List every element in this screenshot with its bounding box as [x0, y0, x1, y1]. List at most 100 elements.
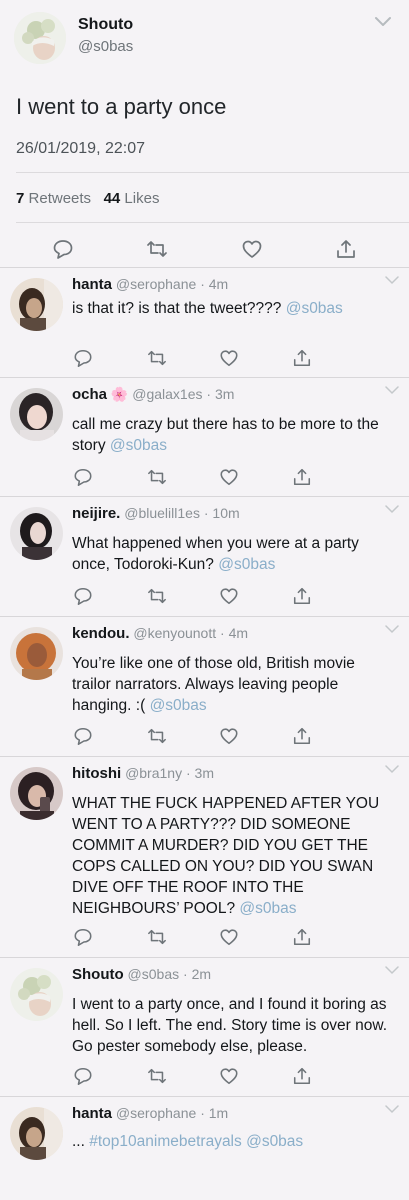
display-name[interactable]: hanta: [72, 276, 112, 293]
reply-text: WHAT THE FUCK HAPPENED AFTER YOU WENT TO…: [72, 793, 397, 919]
reply-time: 3m: [194, 765, 214, 781]
reply-tweet[interactable]: kendou. @kenyounott · 4m You’re like one…: [0, 617, 409, 757]
separator: ·: [200, 1105, 205, 1121]
avatar[interactable]: [14, 12, 66, 64]
handle[interactable]: @galax1es: [132, 386, 202, 402]
retweet-icon[interactable]: [147, 726, 167, 746]
share-icon[interactable]: [292, 586, 312, 606]
share-icon[interactable]: [292, 467, 312, 487]
reply-tweet[interactable]: Shouto @s0bas · 2m I went to a party onc…: [0, 958, 409, 1097]
retweet-icon[interactable]: [147, 348, 167, 368]
share-icon[interactable]: [335, 238, 357, 260]
mention-link[interactable]: @s0bas: [246, 1133, 303, 1150]
retweet-icon[interactable]: [147, 586, 167, 606]
mention-link[interactable]: @s0bas: [239, 900, 296, 917]
heart-icon[interactable]: [219, 348, 239, 368]
heart-icon[interactable]: [241, 238, 263, 260]
heart-icon[interactable]: [219, 927, 239, 947]
reply-tweet[interactable]: hanta @serophane · 4m is that it? is tha…: [0, 268, 409, 378]
display-name[interactable]: Shouto: [78, 16, 133, 34]
heart-icon[interactable]: [219, 1066, 239, 1086]
reply-body: is that it? is that the tweet????: [72, 300, 282, 317]
reply-tweet[interactable]: hanta @serophane · 1m ... #top10animebet…: [0, 1097, 409, 1200]
reply-body: What happened when you were at a party o…: [72, 535, 359, 573]
retweet-icon[interactable]: [146, 238, 168, 260]
retweets-label[interactable]: Retweets: [29, 190, 92, 207]
likes-label[interactable]: Likes: [124, 190, 159, 207]
avatar[interactable]: [10, 968, 63, 1021]
display-name[interactable]: ocha: [72, 386, 107, 403]
divider: [16, 222, 409, 223]
handle[interactable]: @s0bas: [128, 966, 180, 982]
avatar[interactable]: [10, 278, 63, 331]
reply-header: hanta @serophane · 4m: [72, 276, 228, 293]
share-icon[interactable]: [292, 1066, 312, 1086]
reply-header: Shouto @s0bas · 2m: [72, 966, 211, 983]
reply-time: 4m: [208, 276, 229, 292]
share-icon[interactable]: [292, 927, 312, 947]
reply-icon[interactable]: [73, 1066, 93, 1086]
retweet-icon[interactable]: [147, 927, 167, 947]
reply-icon[interactable]: [73, 348, 93, 368]
reply-text: You’re like one of those old, British mo…: [72, 653, 397, 716]
chevron-down-icon[interactable]: [385, 1105, 399, 1114]
separator: ·: [203, 505, 209, 521]
retweet-icon[interactable]: [147, 467, 167, 487]
retweets-count[interactable]: 7: [16, 190, 24, 207]
handle[interactable]: @kenyounott: [133, 625, 216, 641]
chevron-down-icon[interactable]: [385, 966, 399, 975]
chevron-down-icon[interactable]: [385, 505, 399, 514]
reply-text: I went to a party once, and I found it b…: [72, 994, 397, 1057]
hashtag-link[interactable]: #top10animebetrayals: [89, 1133, 242, 1150]
reply-header: kendou. @kenyounott · 4m: [72, 625, 248, 642]
chevron-down-icon[interactable]: [374, 16, 392, 28]
reply-tweet[interactable]: hitoshi @bra1ny · 3m WHAT THE FUCK HAPPE…: [0, 757, 409, 958]
heart-icon[interactable]: [219, 467, 239, 487]
handle[interactable]: @bluelill1es: [124, 505, 200, 521]
avatar[interactable]: [10, 507, 63, 560]
mention-link[interactable]: @s0bas: [150, 697, 207, 714]
reply-icon[interactable]: [73, 467, 93, 487]
mention-link[interactable]: @s0bas: [286, 300, 343, 317]
heart-icon[interactable]: [219, 586, 239, 606]
display-name[interactable]: neijire.: [72, 505, 120, 522]
handle[interactable]: @bra1ny: [125, 765, 182, 781]
avatar[interactable]: [10, 388, 63, 441]
reply-text: ... #top10animebetrayals @s0bas: [72, 1131, 397, 1152]
chevron-down-icon[interactable]: [385, 625, 399, 634]
display-name[interactable]: hitoshi: [72, 765, 121, 782]
handle[interactable]: @serophane: [116, 276, 196, 292]
avatar[interactable]: [10, 767, 63, 820]
share-icon[interactable]: [292, 348, 312, 368]
reply-body: I went to a party once, and I found it b…: [72, 996, 388, 1055]
reply-icon[interactable]: [73, 726, 93, 746]
display-name[interactable]: Shouto: [72, 966, 124, 983]
likes-count[interactable]: 44: [104, 190, 121, 207]
reply-tweet[interactable]: neijire. @bluelill1es · 10m What happene…: [0, 497, 409, 617]
handle[interactable]: @s0bas: [78, 38, 133, 55]
retweet-icon[interactable]: [147, 1066, 167, 1086]
reply-tweet[interactable]: ocha 🌸 @galax1es · 3m call me crazy but …: [0, 378, 409, 497]
reply-icon[interactable]: [73, 586, 93, 606]
reply-icon[interactable]: [73, 927, 93, 947]
avatar[interactable]: [10, 1107, 63, 1160]
reply-time: 4m: [228, 625, 249, 641]
handle[interactable]: @serophane: [116, 1105, 196, 1121]
display-name[interactable]: kendou.: [72, 625, 130, 642]
reply-actions: [0, 726, 409, 748]
tweet-actions: [0, 238, 409, 268]
reply-actions: [0, 586, 409, 608]
heart-icon[interactable]: [219, 726, 239, 746]
reply-icon[interactable]: [52, 238, 74, 260]
reply-time: 10m: [212, 505, 240, 521]
display-name[interactable]: hanta: [72, 1105, 112, 1122]
reply-text: What happened when you were at a party o…: [72, 533, 397, 575]
chevron-down-icon[interactable]: [385, 765, 399, 774]
chevron-down-icon[interactable]: [385, 386, 399, 395]
share-icon[interactable]: [292, 726, 312, 746]
mention-link[interactable]: @s0bas: [218, 556, 275, 573]
mention-link[interactable]: @s0bas: [110, 437, 167, 454]
tweet-text: I went to a party once: [16, 94, 227, 119]
avatar[interactable]: [10, 627, 63, 680]
chevron-down-icon[interactable]: [385, 276, 399, 285]
